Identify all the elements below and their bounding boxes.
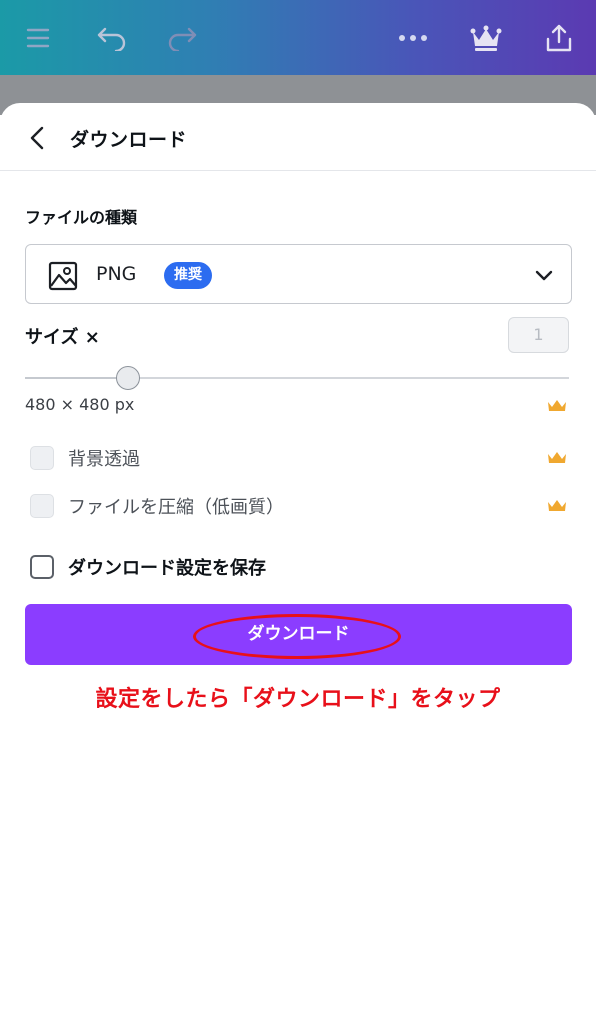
transparent-background-checkbox[interactable] xyxy=(30,446,54,470)
sheet-header: ダウンロード xyxy=(0,103,596,171)
annotation-instruction: 設定をしたら「ダウンロード」をタップ xyxy=(95,687,501,712)
premium-crown-icon xyxy=(548,452,566,463)
save-settings-checkbox[interactable] xyxy=(30,555,54,579)
download-sheet: ダウンロード ファイルの種類 PNG 推奨 サイズ × 1 480 × 480 … xyxy=(0,103,596,1024)
compress-file-label: ファイルを圧縮（低画質） xyxy=(68,497,284,518)
undo-icon[interactable] xyxy=(92,18,132,58)
back-button[interactable] xyxy=(22,123,52,153)
redo-icon[interactable] xyxy=(162,18,202,58)
file-type-label: ファイルの種類 xyxy=(25,208,138,227)
more-icon[interactable] xyxy=(393,18,433,58)
save-settings-label: ダウンロード設定を保存 xyxy=(68,558,266,579)
image-icon xyxy=(48,261,78,291)
file-type-select[interactable]: PNG 推奨 xyxy=(25,244,572,304)
size-slider-track[interactable] xyxy=(25,377,569,379)
transparent-background-label: 背景透過 xyxy=(68,449,140,470)
menu-icon[interactable] xyxy=(18,18,58,58)
crown-icon[interactable] xyxy=(466,18,506,58)
compress-file-checkbox[interactable] xyxy=(30,494,54,518)
annotation-highlight-ellipse xyxy=(193,614,401,659)
recommended-badge: 推奨 xyxy=(164,262,212,289)
size-slider-fill xyxy=(25,377,129,379)
size-multiplier-input[interactable]: 1 xyxy=(508,317,569,353)
chevron-left-icon xyxy=(30,126,44,150)
top-toolbar xyxy=(0,0,596,75)
share-upload-icon[interactable] xyxy=(539,18,579,58)
page-title: ダウンロード xyxy=(70,129,188,151)
premium-crown-icon xyxy=(548,400,566,411)
size-slider-thumb[interactable] xyxy=(116,366,141,390)
size-label: サイズ × xyxy=(25,327,100,348)
dimensions-readout: 480 × 480 px xyxy=(25,395,135,414)
chevron-down-icon xyxy=(535,270,553,281)
file-type-value: PNG xyxy=(96,263,137,285)
premium-crown-icon xyxy=(548,500,566,511)
